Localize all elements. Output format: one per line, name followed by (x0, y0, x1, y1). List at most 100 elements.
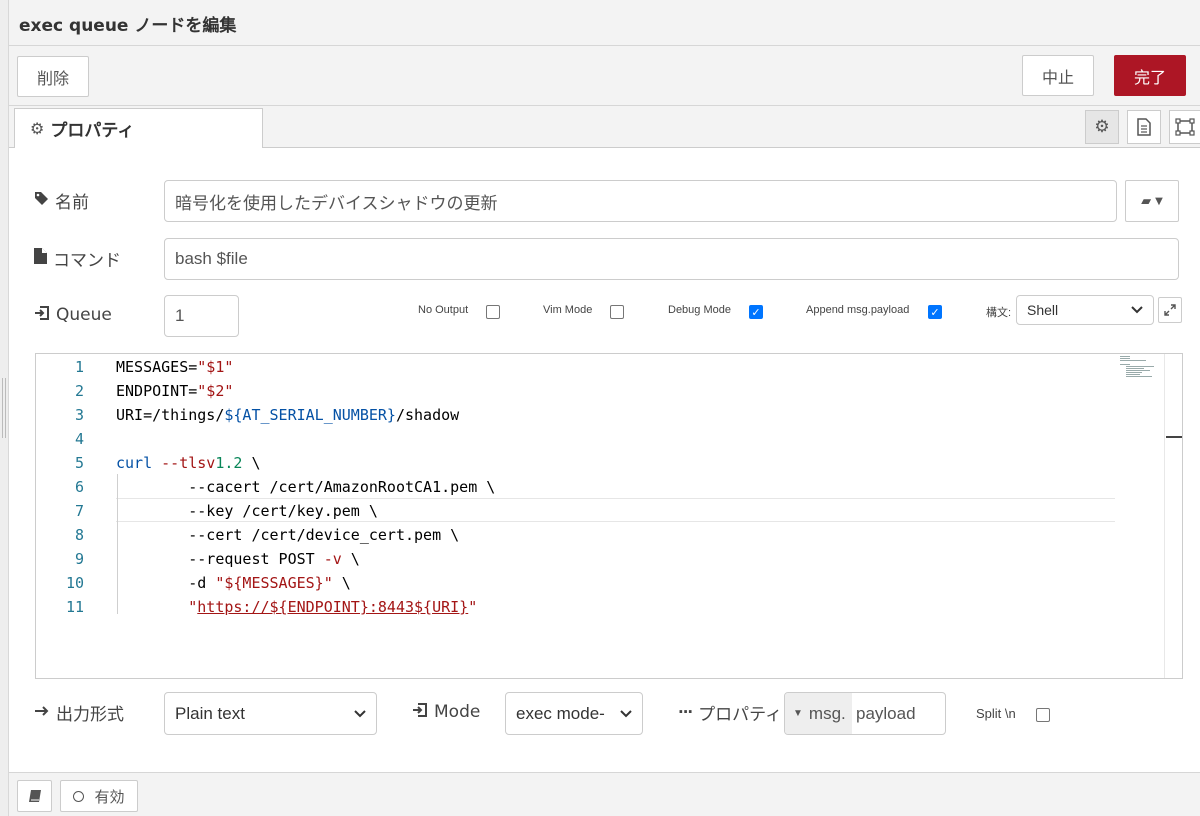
left-edge-panel (0, 0, 9, 816)
line-number: 2 (74, 382, 84, 400)
code-line: 3 URI=/things/${AT_SERIAL_NUMBER}/shadow (36, 402, 1182, 426)
mode-label: Mode (412, 700, 480, 724)
book-icon (28, 790, 41, 802)
chevron-down-icon (354, 707, 366, 721)
code-line: 2 ENDPOINT="$2" (36, 378, 1182, 402)
chevron-down-icon (620, 707, 632, 721)
frame-icon (1175, 118, 1195, 136)
chevron-down-icon (1131, 303, 1143, 317)
line-number: 8 (74, 526, 84, 544)
ellipsis-icon: ··· (678, 703, 693, 721)
property-prefix: msg. (808, 703, 846, 723)
description-tab-button[interactable] (1127, 110, 1161, 144)
document-icon (1137, 118, 1151, 136)
sign-in-icon (412, 703, 428, 721)
tab-properties[interactable]: ⚙ プロパティ (14, 108, 263, 149)
code-text: curl --tlsv1.2 \ (116, 454, 261, 472)
code-text: --key /cert/key.pem \ (116, 502, 378, 520)
code-line: 10 -d "${MESSAGES}" \ (36, 570, 1182, 594)
command-label: コマンド (34, 246, 121, 271)
property-label-text: プロパティ (698, 704, 783, 725)
queue-input[interactable]: 1 (164, 295, 239, 337)
caret-down-icon: ▼ (1155, 195, 1163, 207)
output-format-value: Plain text (175, 703, 245, 723)
append-payload-label: Append msg.payload (806, 304, 910, 316)
sign-in-icon (34, 306, 50, 324)
code-line: 8 --cert /cert/device_cert.pem \ (36, 522, 1182, 546)
property-typed-input[interactable]: ▼ msg. payload (784, 692, 946, 735)
line-number: 4 (74, 430, 84, 448)
tab-bar: ⚙ プロパティ ⚙ (9, 106, 1200, 149)
output-format-select[interactable]: Plain text (164, 692, 377, 735)
code-text: --request POST -v \ (116, 550, 360, 568)
tray-title: exec queue ノードを編集 (19, 16, 237, 36)
line-number: 5 (74, 454, 84, 472)
syntax-label: 構文: (986, 307, 1012, 319)
cancel-button[interactable]: 中止 (1022, 55, 1094, 96)
tray-header: exec queue ノードを編集 (9, 0, 1200, 46)
expand-icon (1164, 304, 1176, 316)
mode-select[interactable]: exec mode- (505, 692, 643, 735)
property-label: ··· プロパティ (678, 700, 783, 725)
code-text: MESSAGES="$1" (116, 358, 234, 376)
line-number: 11 (65, 598, 84, 616)
node-help-button[interactable] (17, 780, 52, 812)
code-line: 5 curl --tlsv1.2 \ (36, 450, 1182, 474)
appearance-tab-button[interactable] (1169, 110, 1200, 144)
resize-grip[interactable] (2, 378, 6, 438)
no-output-checkbox[interactable] (486, 305, 500, 319)
enabled-toggle-button[interactable]: 有効 (60, 780, 138, 812)
settings-tab-button[interactable]: ⚙ (1085, 110, 1119, 144)
delete-button[interactable]: 削除 (17, 56, 89, 97)
tab-label: プロパティ (50, 121, 135, 141)
line-number: 9 (74, 550, 84, 568)
code-text: -d "${MESSAGES}" \ (116, 574, 351, 592)
tag-icon (34, 191, 49, 210)
syntax-select-value: Shell (1027, 302, 1059, 318)
enabled-label: 有効 (94, 787, 125, 806)
property-value: payload (856, 703, 916, 723)
mode-label-text: Mode (434, 702, 481, 722)
tray-toolbar: 削除 中止 完了 (9, 46, 1200, 106)
code-line: 6 --cacert /cert/AmazonRootCA1.pem \ (36, 474, 1182, 498)
debug-mode-checkbox[interactable]: ✓ (749, 305, 763, 319)
editor-scrollbar[interactable] (1164, 354, 1182, 678)
command-input[interactable]: bash $file (164, 238, 1179, 280)
expand-editor-button[interactable] (1158, 297, 1182, 323)
line-number: 1 (74, 358, 84, 376)
gear-icon: ⚙ (1094, 117, 1110, 137)
output-format-label: 出力形式 (34, 700, 124, 725)
code-text: ENDPOINT="$2" (116, 382, 234, 400)
split-checkbox[interactable] (1036, 708, 1050, 722)
done-button[interactable]: 完了 (1114, 55, 1186, 96)
properties-panel: 名前 暗号化を使用したデバイスシャドウの更新 ▰ ▼ コマンド bash $fil… (9, 148, 1200, 772)
name-library-button[interactable]: ▰ ▼ (1125, 180, 1179, 222)
code-text: "https://${ENDPOINT}:8443${URI}" (188, 598, 478, 616)
file-icon (34, 248, 47, 268)
editor-minimap[interactable] (1120, 356, 1162, 378)
code-line: 9 --request POST -v \ (36, 546, 1182, 570)
tray-footer: 有効 (9, 772, 1200, 816)
queue-label-text: Queue (56, 305, 112, 325)
property-type-selector[interactable]: ▼ msg. (785, 693, 852, 734)
scroll-position-marker (1166, 436, 1182, 438)
code-line: 7 --key /cert/key.pem \ (36, 498, 1182, 522)
vim-mode-label: Vim Mode (543, 304, 593, 316)
code-editor[interactable]: 1 MESSAGES="$1" 2 ENDPOINT="$2" 3 URI=/t… (35, 353, 1183, 679)
code-line: 4 (36, 426, 1182, 450)
append-payload-checkbox[interactable]: ✓ (928, 305, 942, 319)
line-number: 10 (65, 574, 84, 592)
debug-mode-label: Debug Mode (668, 304, 731, 316)
line-number: 7 (74, 502, 84, 520)
split-label: Split \n (976, 706, 1016, 721)
name-label-text: 名前 (55, 192, 89, 213)
output-format-label-text: 出力形式 (56, 704, 124, 725)
code-text: URI=/things/${AT_SERIAL_NUMBER}/shadow (116, 406, 460, 424)
caret-down-icon: ▼ (793, 708, 803, 719)
vim-mode-checkbox[interactable] (610, 305, 624, 319)
name-label: 名前 (34, 188, 89, 213)
code-text: --cert /cert/device_cert.pem \ (116, 526, 460, 544)
check-icon: ✓ (751, 305, 761, 319)
syntax-select[interactable]: Shell (1016, 295, 1154, 325)
name-input[interactable]: 暗号化を使用したデバイスシャドウの更新 (164, 180, 1117, 222)
